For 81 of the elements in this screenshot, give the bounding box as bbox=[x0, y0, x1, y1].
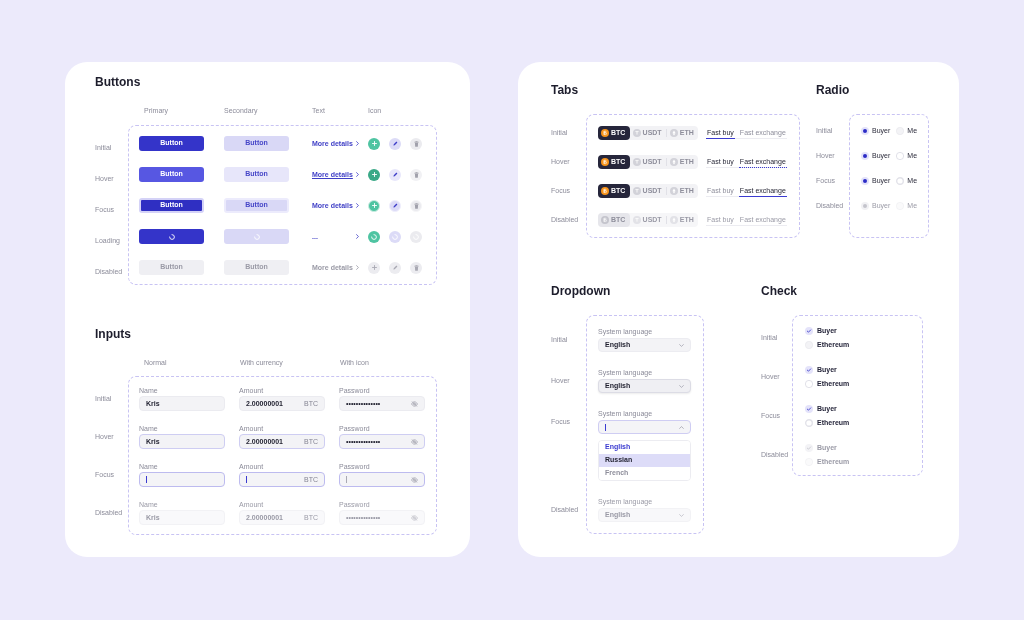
chevron-up-icon bbox=[679, 425, 684, 429]
input-field[interactable] bbox=[339, 472, 425, 487]
chevron-down-icon bbox=[679, 513, 684, 517]
delete-button[interactable] bbox=[410, 137, 422, 150]
add-button[interactable] bbox=[368, 168, 380, 181]
chevron-right-icon bbox=[356, 141, 359, 146]
checkbox[interactable] bbox=[805, 419, 813, 427]
spinner-icon bbox=[392, 233, 398, 240]
delete-button[interactable] bbox=[410, 261, 422, 274]
eye-off-icon bbox=[411, 476, 418, 483]
pencil-icon bbox=[392, 141, 398, 146]
add-button[interactable] bbox=[368, 230, 380, 243]
plus-icon bbox=[371, 141, 377, 146]
coin-icon bbox=[601, 129, 609, 137]
radio-button[interactable] bbox=[861, 152, 869, 160]
coin-icon bbox=[632, 158, 641, 166]
checkbox[interactable] bbox=[805, 405, 813, 413]
checkbox[interactable] bbox=[805, 327, 813, 335]
text-cursor-icon bbox=[605, 423, 606, 431]
chevron-right-icon bbox=[356, 172, 359, 177]
chevron-right-icon bbox=[356, 203, 359, 208]
section-title: Tabs bbox=[551, 82, 579, 98]
coin-icon bbox=[669, 216, 678, 224]
radio-button[interactable] bbox=[896, 177, 905, 185]
checkbox[interactable] bbox=[805, 444, 813, 452]
add-button[interactable] bbox=[368, 261, 380, 274]
coin-icon bbox=[601, 158, 609, 166]
chevron-down-icon bbox=[679, 384, 684, 388]
eye-off-icon bbox=[411, 514, 418, 521]
radio-button[interactable] bbox=[861, 127, 869, 135]
checkbox[interactable] bbox=[805, 380, 813, 388]
dropdown-select[interactable] bbox=[598, 420, 691, 434]
trash-icon bbox=[413, 171, 419, 178]
section-title: Radio bbox=[816, 82, 850, 98]
text-cursor-icon bbox=[246, 476, 247, 483]
section-title: Buttons bbox=[95, 74, 141, 90]
secondary-button[interactable] bbox=[224, 229, 289, 244]
radio-button[interactable] bbox=[896, 152, 905, 160]
text-cursor-icon bbox=[146, 476, 147, 483]
coin-icon bbox=[632, 129, 641, 137]
plus-icon bbox=[371, 265, 377, 270]
section-title: Dropdown bbox=[551, 283, 611, 299]
add-button[interactable] bbox=[368, 137, 380, 150]
plus-icon bbox=[371, 172, 377, 177]
edit-button[interactable] bbox=[389, 199, 401, 212]
eye-off-icon bbox=[411, 438, 418, 445]
chevron-down-icon bbox=[679, 343, 684, 347]
pencil-icon bbox=[392, 203, 398, 208]
radio-button[interactable] bbox=[861, 202, 869, 210]
delete-button[interactable] bbox=[410, 168, 422, 181]
spinner-icon bbox=[371, 233, 377, 240]
radio-button[interactable] bbox=[861, 177, 869, 185]
coin-icon bbox=[669, 129, 678, 137]
input-field[interactable] bbox=[139, 472, 225, 487]
section-title: Inputs bbox=[95, 326, 131, 342]
coin-icon bbox=[632, 187, 641, 195]
primary-button[interactable] bbox=[139, 229, 204, 244]
coin-icon bbox=[669, 187, 678, 195]
section-title: Check bbox=[761, 283, 798, 299]
coin-icon bbox=[669, 158, 678, 166]
edit-button[interactable] bbox=[389, 168, 401, 181]
chevron-right-icon bbox=[356, 265, 359, 270]
edit-button[interactable] bbox=[389, 230, 401, 243]
chevron-right-icon bbox=[356, 234, 359, 239]
edit-button[interactable] bbox=[389, 261, 401, 274]
text-cursor-icon bbox=[346, 476, 347, 483]
coin-icon bbox=[601, 187, 609, 195]
trash-icon bbox=[413, 202, 419, 209]
checkbox[interactable] bbox=[805, 366, 813, 374]
delete-button[interactable] bbox=[410, 199, 422, 212]
trash-icon bbox=[413, 140, 419, 147]
edit-button[interactable] bbox=[389, 137, 401, 150]
pencil-icon bbox=[392, 265, 398, 270]
trash-icon bbox=[413, 264, 419, 271]
spinner-icon bbox=[253, 233, 260, 240]
add-button[interactable] bbox=[368, 199, 380, 212]
plus-icon bbox=[371, 203, 377, 208]
coin-icon bbox=[601, 216, 609, 224]
spinner-icon bbox=[168, 233, 175, 240]
eye-off-icon bbox=[411, 400, 418, 407]
pencil-icon bbox=[392, 172, 398, 177]
